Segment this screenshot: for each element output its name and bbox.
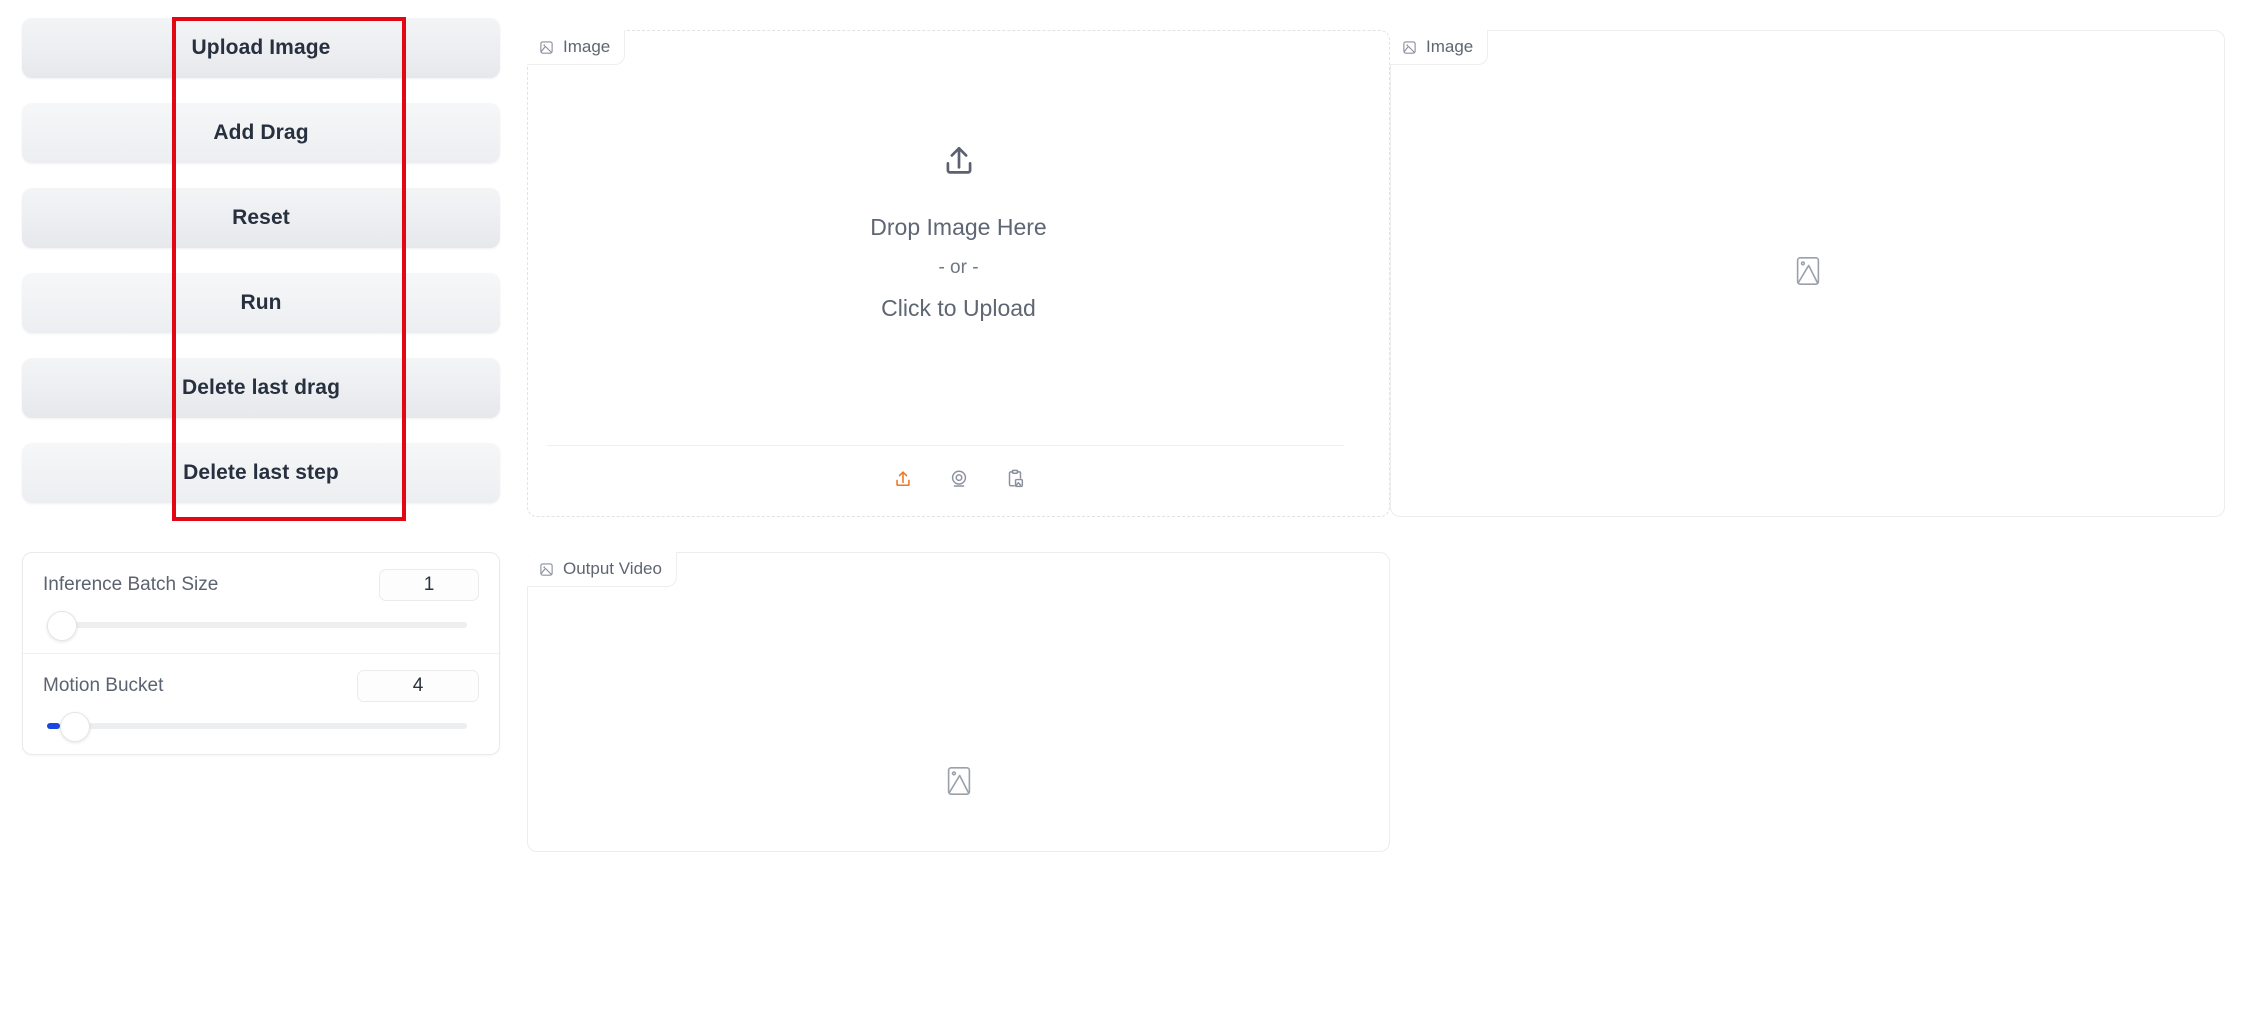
image-icon bbox=[1402, 40, 1417, 55]
clipboard-paste-icon[interactable] bbox=[1000, 464, 1030, 494]
upload-image-button[interactable]: Upload Image bbox=[22, 18, 500, 78]
image-placeholder-icon bbox=[946, 766, 972, 801]
output-video-panel-tag: Output Video bbox=[527, 552, 677, 587]
slider-thumb[interactable] bbox=[59, 712, 90, 742]
output-video-panel[interactable]: Output Video bbox=[527, 552, 1390, 852]
slider-fill bbox=[47, 723, 60, 729]
slider-thumb[interactable] bbox=[47, 611, 77, 641]
toolbar-divider bbox=[547, 445, 1344, 446]
image-output-empty-state bbox=[1391, 31, 2224, 516]
button-label: Run bbox=[240, 291, 282, 314]
image-input-panel-tag: Image bbox=[527, 30, 626, 65]
image-icon bbox=[539, 562, 554, 577]
inference-batch-size-slider[interactable] bbox=[43, 609, 479, 641]
button-label: Reset bbox=[232, 206, 290, 229]
inference-batch-size-label: Inference Batch Size bbox=[43, 574, 219, 595]
motion-bucket-label: Motion Bucket bbox=[43, 675, 164, 696]
app-root: Upload Image Add Drag Reset Run Delete l… bbox=[0, 0, 2265, 852]
button-label: Add Drag bbox=[213, 121, 309, 144]
slider-header: Inference Batch Size 1 bbox=[43, 569, 479, 601]
slider-header: Motion Bucket 4 bbox=[43, 670, 479, 702]
inference-batch-size-input[interactable]: 1 bbox=[379, 569, 479, 601]
button-label: Delete last drag bbox=[182, 376, 340, 399]
motion-bucket-slider[interactable] bbox=[43, 710, 479, 742]
parameter-sliders-card: Inference Batch Size 1 Motion Bucket 4 bbox=[22, 552, 500, 755]
click-to-upload-text: Click to Upload bbox=[881, 294, 1036, 321]
motion-bucket-row: Motion Bucket 4 bbox=[23, 653, 499, 754]
button-label: Upload Image bbox=[191, 36, 331, 59]
motion-bucket-input[interactable]: 4 bbox=[357, 670, 479, 702]
reset-button[interactable]: Reset bbox=[22, 188, 500, 248]
image-input-panel[interactable]: Image Drop Image Here - or - Click to Up… bbox=[527, 30, 1390, 517]
or-separator-text: - or - bbox=[938, 257, 979, 279]
image-output-panel[interactable]: Image bbox=[1390, 30, 2225, 517]
image-input-panel-tag-label: Image bbox=[563, 37, 611, 56]
action-button-column: Upload Image Add Drag Reset Run Delete l… bbox=[22, 18, 500, 528]
image-source-toolbar bbox=[528, 464, 1389, 494]
image-output-panel-tag: Image bbox=[1390, 30, 1489, 65]
slider-track bbox=[47, 723, 467, 729]
button-label: Delete last step bbox=[183, 461, 339, 484]
run-button[interactable]: Run bbox=[22, 273, 500, 333]
upload-file-icon[interactable] bbox=[888, 464, 918, 494]
image-placeholder-icon bbox=[1795, 256, 1821, 291]
delete-last-step-button[interactable]: Delete last step bbox=[22, 443, 500, 503]
delete-last-drag-button[interactable]: Delete last drag bbox=[22, 358, 500, 418]
inference-batch-size-row: Inference Batch Size 1 bbox=[23, 553, 499, 653]
image-icon bbox=[539, 40, 554, 55]
output-video-panel-tag-label: Output Video bbox=[563, 559, 662, 578]
add-drag-button[interactable]: Add Drag bbox=[22, 103, 500, 163]
webcam-icon[interactable] bbox=[944, 464, 974, 494]
drop-image-here-text: Drop Image Here bbox=[870, 213, 1047, 240]
image-upload-dropzone[interactable]: Drop Image Here - or - Click to Upload bbox=[528, 31, 1389, 436]
upload-arrow-icon bbox=[940, 142, 978, 185]
image-output-panel-tag-label: Image bbox=[1426, 37, 1474, 56]
slider-track bbox=[47, 622, 467, 628]
output-video-empty-state bbox=[528, 553, 1389, 1013]
